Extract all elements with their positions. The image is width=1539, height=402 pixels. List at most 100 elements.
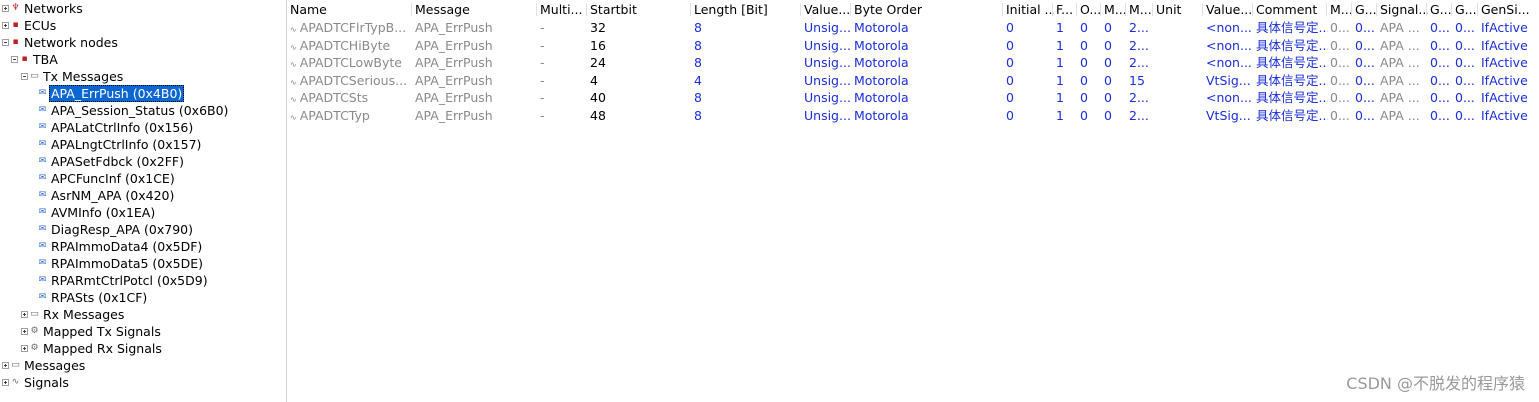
tree-node-tx-message[interactable]: ✉ AVMInfo (0x1EA) xyxy=(38,204,157,221)
column-separator[interactable] xyxy=(1376,3,1377,16)
cell-startbit: 32 xyxy=(590,20,606,35)
cell-m: 0... xyxy=(1330,37,1350,53)
tree-node-tx-message[interactable]: ✉ RPAImmoData5 (0x5DE) xyxy=(38,255,205,272)
column-header-message[interactable]: Message xyxy=(415,1,535,18)
column-separator[interactable] xyxy=(1076,3,1077,16)
column-separator[interactable] xyxy=(850,3,851,16)
tree-node-rx-messages[interactable]: ▭ Rx Messages xyxy=(21,306,126,323)
collapse-icon[interactable] xyxy=(21,73,28,80)
column-header-m[interactable]: M... xyxy=(1330,1,1353,18)
tree-node-signals[interactable]: ∿ Signals xyxy=(2,374,71,391)
cell-maximum: 2... xyxy=(1129,20,1149,35)
column-header-g2[interactable]: G... xyxy=(1430,1,1453,18)
column-separator[interactable] xyxy=(1100,3,1101,16)
column-separator[interactable] xyxy=(800,3,801,16)
tree-node-tx-message[interactable]: ✉ AsrNM_APA (0x420) xyxy=(38,187,176,204)
column-separator[interactable] xyxy=(1125,3,1126,16)
cell-unit xyxy=(1156,54,1204,71)
column-header-signal-type[interactable]: Signal... xyxy=(1380,1,1428,18)
tree-node-tx-message[interactable]: ✉ APASetFdbck (0x2FF) xyxy=(38,153,186,170)
column-header-multiplexing[interactable]: Multi... xyxy=(540,1,588,18)
table-row[interactable]: ∿ APADTCTyp APA_ErrPush -48 8 Unsig... Motorol… xyxy=(287,107,1539,124)
table-row[interactable]: ∿ APADTCLowByte APA_ErrPush -24 8 Unsig... Mot… xyxy=(287,54,1539,71)
cell-comment: 具体信号定... xyxy=(1256,20,1328,35)
column-separator[interactable] xyxy=(1477,3,1478,16)
column-separator[interactable] xyxy=(1451,3,1452,16)
table-row[interactable]: ∿ APADTCSerious... APA_ErrPush -4 4 Unsig... M… xyxy=(287,72,1539,89)
column-separator[interactable] xyxy=(690,3,691,16)
column-separator[interactable] xyxy=(1351,3,1352,16)
column-header-byte-order[interactable]: Byte Order xyxy=(854,1,1004,18)
column-separator[interactable] xyxy=(1326,3,1327,16)
cell-minimum: 0 xyxy=(1104,90,1112,105)
tree-label: ECUs xyxy=(24,18,57,33)
column-header-offset[interactable]: O... xyxy=(1080,1,1102,18)
column-header-gensig-send-type[interactable]: GenSi... xyxy=(1481,1,1531,18)
tree-node-tx-message[interactable]: ✉ APCFuncInf (0x1CE) xyxy=(38,170,177,187)
column-separator[interactable] xyxy=(586,3,587,16)
column-header-initial-value[interactable]: Initial ... xyxy=(1006,1,1054,18)
column-header-g1[interactable]: G... xyxy=(1355,1,1378,18)
column-header-factor[interactable]: F... xyxy=(1056,1,1078,18)
tree-node-mapped-tx-signals[interactable]: ⚙ Mapped Tx Signals xyxy=(21,323,163,340)
column-header-unit[interactable]: Unit xyxy=(1156,1,1204,18)
expand-icon[interactable] xyxy=(2,379,9,386)
tree-node-tx-message[interactable]: ✉ RPASts (0x1CF) xyxy=(38,289,149,306)
tree-node-ecus[interactable]: ▪ ECUs xyxy=(2,17,58,34)
cell-length: 8 xyxy=(694,90,702,105)
message-icon: ✉ xyxy=(38,139,47,149)
column-header-g3[interactable]: G... xyxy=(1455,1,1478,18)
tree-node-tba[interactable]: ▪ TBA xyxy=(11,51,60,68)
column-separator[interactable] xyxy=(1002,3,1003,16)
cell-gensig-send-type: IfActive xyxy=(1481,20,1528,35)
tree-node-tx-message[interactable]: ✉ RPARmtCtrlPotcl (0x5D9) xyxy=(38,272,210,289)
cell-g1: 0... xyxy=(1355,72,1375,88)
tree-node-tx-message[interactable]: ✉ APA_Session_Status (0x6B0) xyxy=(38,102,230,119)
expand-icon[interactable] xyxy=(2,22,9,29)
cell-unit xyxy=(1156,89,1204,106)
column-separator[interactable] xyxy=(1202,3,1203,16)
column-header-value-type[interactable]: Value... xyxy=(804,1,852,18)
tree-node-tx-message[interactable]: ✉ DiagResp_APA (0x790) xyxy=(38,221,195,238)
tree-node-tx-message[interactable]: ✉ APALatCtrlInfo (0x156) xyxy=(38,119,195,136)
expand-icon[interactable] xyxy=(21,345,28,352)
message-icon: ✉ xyxy=(38,258,47,268)
cell-factor: 1 xyxy=(1056,107,1064,123)
column-header-startbit[interactable]: Startbit xyxy=(590,1,690,18)
table-row[interactable]: ∿ APADTCFlrTypB... APA_ErrPush -32 8 Unsig...… xyxy=(287,19,1539,36)
column-separator[interactable] xyxy=(1426,3,1427,16)
column-separator[interactable] xyxy=(411,3,412,16)
signal-table[interactable]: Name Message Multi... Startbit Length [Bit] V… xyxy=(287,0,1539,402)
tree-node-messages[interactable]: ▭ Messages xyxy=(2,357,87,374)
column-separator[interactable] xyxy=(1052,3,1053,16)
column-header-maximum[interactable]: M... xyxy=(1129,1,1154,18)
tree-node-network-nodes[interactable]: ▪ Network nodes xyxy=(2,34,120,51)
column-separator[interactable] xyxy=(1252,3,1253,16)
column-header-value-table[interactable]: Value... xyxy=(1206,1,1254,18)
table-row[interactable]: ∿ APADTCHiByte APA_ErrPush -16 8 Unsig... Moto… xyxy=(287,37,1539,54)
tree-node-tx-message[interactable]: ✉ RPAImmoData4 (0x5DF) xyxy=(38,238,204,255)
table-row[interactable]: ∿ APADTCSts APA_ErrPush -40 8 Unsig... Motorol… xyxy=(287,89,1539,106)
expand-icon[interactable] xyxy=(2,362,9,369)
tree-node-tx-messages[interactable]: ▭ Tx Messages xyxy=(21,68,125,85)
cell-signal-type: APA ... xyxy=(1380,90,1420,105)
tree-node-tx-message[interactable]: ✉ APA_ErrPush (0x4B0) xyxy=(38,85,185,102)
column-header-name[interactable]: Name xyxy=(290,1,412,18)
column-header-length[interactable]: Length [Bit] xyxy=(694,1,802,18)
column-separator[interactable] xyxy=(536,3,537,16)
cell-g2: 0... xyxy=(1430,90,1450,105)
cell-gensig-send-type: IfActive xyxy=(1481,55,1528,70)
navigation-tree[interactable]: ♆ Networks ▪ ECUs ▪ Network nodes ▪ TBA … xyxy=(0,0,287,402)
expand-icon[interactable] xyxy=(21,311,28,318)
collapse-icon[interactable] xyxy=(2,39,9,46)
tree-label: APCFuncInf (0x1CE) xyxy=(51,171,175,186)
collapse-icon[interactable] xyxy=(11,56,18,63)
tree-node-networks[interactable]: ♆ Networks xyxy=(2,0,85,17)
tree-node-tx-message[interactable]: ✉ APALngtCtrlInfo (0x157) xyxy=(38,136,203,153)
tree-node-mapped-rx-signals[interactable]: ⚙ Mapped Rx Signals xyxy=(21,340,164,357)
expand-icon[interactable] xyxy=(2,5,9,12)
column-header-comment[interactable]: Comment xyxy=(1256,1,1328,18)
column-separator[interactable] xyxy=(1152,3,1153,16)
expand-icon[interactable] xyxy=(21,328,28,335)
column-header-minimum[interactable]: M... xyxy=(1104,1,1126,18)
